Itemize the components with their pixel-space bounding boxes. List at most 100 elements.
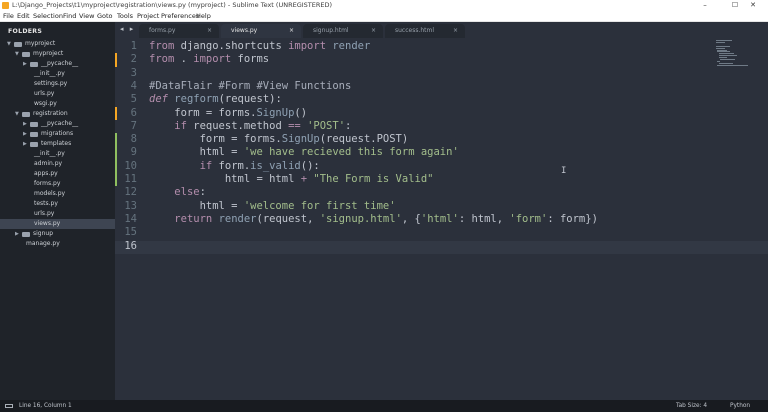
panel-toggle-icon[interactable] [5,404,13,408]
folders-header: FOLDERS [8,28,43,35]
sidebar-item-label: settings.py [34,80,68,87]
tab-views-py[interactable]: views.py × [221,24,301,38]
line-number: 10 [124,159,137,172]
diff-marker [115,173,117,187]
code-editor[interactable]: 1 2 3 4 5 6 7 8 9 10 11 12 13 14 15 16 from django.shor… [115,38,768,400]
sidebar-folder[interactable]: ▶ __pycache__ [0,119,115,129]
sidebar-file[interactable]: apps.py [0,169,115,179]
cursor-position: Line 16, Column 1 [19,403,72,409]
tab-success-html[interactable]: success.html × [385,24,465,38]
line-number: 16 [124,239,137,252]
menu-goto[interactable]: Goto [97,11,113,22]
disclosure-open-icon[interactable]: ▼ [7,39,11,49]
tab-close-icon[interactable]: × [289,24,294,38]
tab-signup-html[interactable]: signup.html × [303,24,383,38]
sidebar: FOLDERS ▼ myproject ▼ myproject ▶ __pycache__… [0,22,115,400]
mouse-ibeam-cursor-icon: I [561,166,567,176]
minimap-line [716,40,732,41]
minimap-line [718,57,728,59]
menu-find[interactable]: Find [63,11,76,22]
line-number: 14 [124,212,137,225]
sidebar-folder[interactable]: ▼ myproject [0,49,115,59]
tab-close-icon[interactable]: × [453,24,458,38]
line-number: 3 [130,66,137,79]
sidebar-file[interactable]: wsgi.py [0,99,115,109]
line-number: 1 [130,40,137,52]
minimap-line [717,60,720,62]
menu-project[interactable]: Project [137,11,159,22]
disclosure-closed-icon[interactable]: ▶ [23,129,27,139]
sidebar-folder[interactable]: ▶ __pycache__ [0,59,115,69]
code-line: html = html + "The Form is Valid" [149,173,434,185]
sidebar-file[interactable]: models.py [0,189,115,199]
code-line: html = 'welcome for first time' [149,199,396,212]
minimap-line [718,53,734,55]
sidebar-file[interactable]: settings.py [0,79,115,89]
minimap-line [720,59,736,60]
sidebar-item-label: tests.py [34,200,58,207]
sidebar-item-label: wsgi.py [34,100,57,107]
minimap-line [716,47,726,49]
disclosure-closed-icon[interactable]: ▶ [23,59,27,69]
line-number: 11 [124,173,137,185]
diff-marker [115,133,117,147]
tab-nav-arrows-icon[interactable]: ◂ ▸ [120,25,135,33]
sidebar-item-label: models.py [34,190,66,197]
sidebar-item-label: templates [41,140,72,147]
disclosure-closed-icon[interactable]: ▶ [15,229,19,239]
syntax-indicator[interactable]: Python [730,400,750,412]
sidebar-folder[interactable]: ▶ migrations [0,129,115,139]
folder-icon [22,231,30,237]
sidebar-item-label: forms.py [34,180,61,187]
line-number: 6 [130,106,137,119]
line-number: 15 [124,226,137,239]
folder-icon [30,61,38,67]
disclosure-closed-icon[interactable]: ▶ [23,139,27,149]
sublime-app-icon [2,2,9,9]
sidebar-file[interactable]: tests.py [0,199,115,209]
tab-size-indicator[interactable]: Tab Size: 4 [676,400,707,412]
sidebar-item-label: apps.py [34,170,58,177]
minimize-icon[interactable]: – [690,0,720,11]
code-line: if request.method == 'POST': [174,119,352,132]
code-line: if form.is_valid(): [199,159,320,172]
sidebar-file[interactable]: urls.py [0,209,115,219]
menu-view[interactable]: View [79,11,94,22]
minimap-line [716,45,731,47]
sidebar-folder[interactable]: ▶ signup [0,229,115,239]
sidebar-file[interactable]: __init__.py [0,69,115,79]
sidebar-folder[interactable]: ▼ myproject [0,39,115,49]
sidebar-file[interactable]: manage.py [0,239,115,249]
menu-help[interactable]: Help [196,11,211,22]
close-icon[interactable]: ✕ [738,0,768,11]
disclosure-open-icon[interactable]: ▼ [15,109,19,119]
sidebar-file[interactable]: urls.py [0,89,115,99]
sidebar-item-label: __pycache__ [41,60,79,67]
sidebar-item-label: migrations [41,130,74,137]
tab-bar: ◂ ▸ forms.py × views.py × signup.html × … [115,22,768,38]
disclosure-open-icon[interactable]: ▼ [15,49,19,59]
sidebar-file[interactable]: admin.py [0,159,115,169]
sidebar-file[interactable]: forms.py [0,179,115,189]
sidebar-folder[interactable]: ▼ registration [0,109,115,119]
menu-edit[interactable]: Edit [17,11,30,22]
minimap[interactable] [716,38,756,78]
menu-tools[interactable]: Tools [117,11,133,22]
sidebar-file[interactable]: views.py [0,219,115,229]
minimap-line [718,55,738,57]
disclosure-closed-icon[interactable]: ▶ [23,119,27,129]
folder-icon [30,141,38,147]
tab-forms-py[interactable]: forms.py × [139,24,219,38]
menu-preferences[interactable]: Preferences [161,11,199,22]
code-line: return render(request, 'signup.html', {'… [174,212,598,225]
tab-close-icon[interactable]: × [207,24,212,38]
menu-selection[interactable]: Selection [33,11,63,22]
tab-close-icon[interactable]: × [371,24,376,38]
sidebar-item-label: __init__.py [34,150,65,157]
sidebar-folder[interactable]: ▶ templates [0,139,115,149]
sidebar-file[interactable]: __init__.py [0,149,115,159]
current-line-highlight [115,241,768,255]
menu-bar: File Edit Selection Find View Goto Tools… [0,11,768,22]
vertical-scrollbar[interactable] [758,38,768,400]
menu-file[interactable]: File [3,11,14,22]
